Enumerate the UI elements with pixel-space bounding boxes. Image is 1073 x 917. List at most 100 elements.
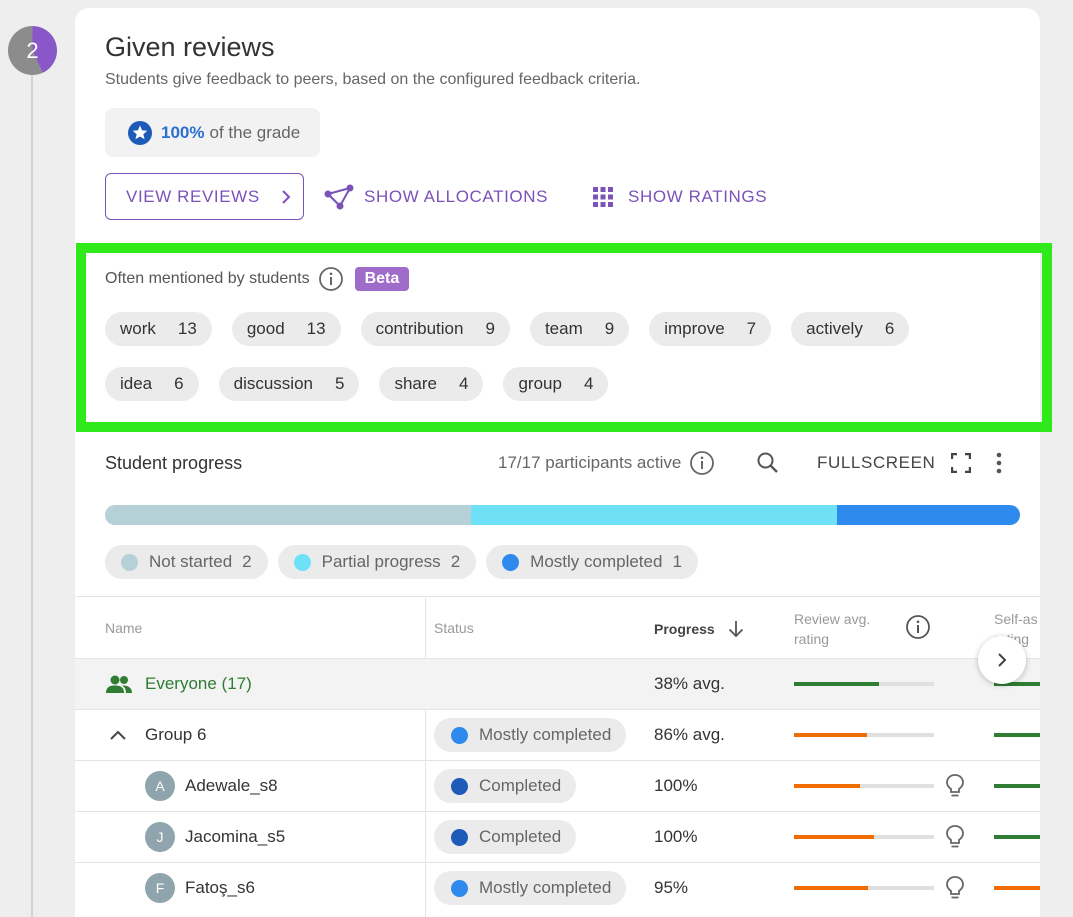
arrow-down-icon (728, 621, 743, 638)
review-rating-fill (794, 886, 869, 890)
review-rating-cell (794, 863, 966, 913)
keyword-word: contribution (375, 319, 464, 338)
grade-suffix: of the grade (209, 122, 301, 142)
show-allocations-label: SHOW ALLOCATIONS (364, 186, 549, 206)
legend-not-started[interactable]: Not started 2 (105, 545, 268, 579)
mentions-label: Often mentioned by students (105, 270, 310, 287)
star-icon (128, 120, 152, 145)
status-dot (451, 726, 468, 744)
review-rating-bar (794, 835, 934, 839)
step-number: 2 (26, 37, 39, 63)
status-dot (451, 879, 468, 897)
review-rating-bar (794, 886, 934, 890)
table-row[interactable]: F Fatoş_s6 Mostly completed 95% (75, 862, 1040, 913)
info-icon[interactable] (689, 450, 715, 476)
info-icon[interactable] (905, 614, 931, 643)
column-header-progress[interactable]: Progress (654, 620, 745, 638)
status-cell: Completed (434, 761, 577, 811)
page-subtitle: Students give feedback to peers, based o… (105, 71, 641, 88)
column-header-review-rating[interactable]: Review avg. rating (794, 609, 870, 649)
beta-badge: Beta (354, 267, 410, 291)
progress-segment (105, 505, 471, 525)
progress-bar (105, 505, 1020, 525)
review-header-line2: rating (794, 631, 830, 647)
row-name: Adewale_s8 (185, 776, 278, 795)
legend-partial-progress[interactable]: Partial progress 2 (277, 545, 477, 579)
progress-header-label: Progress (654, 621, 715, 637)
self-header-line1: Self-as (994, 611, 1038, 627)
status-badge: Completed (434, 769, 577, 803)
row-name: Everyone (17) (145, 674, 252, 693)
search-icon[interactable] (755, 450, 781, 481)
table-row[interactable]: A Adewale_s8 Completed 100% (75, 760, 1040, 811)
fullscreen-icon (951, 453, 972, 473)
table-row-everyone[interactable]: Everyone (17) 38% avg. (75, 658, 1040, 709)
row-name: Fatoş_s6 (185, 878, 255, 897)
status-dot (451, 828, 468, 846)
progress-cell: 38% avg. (654, 674, 725, 693)
review-header-line1: Review avg. (794, 611, 871, 627)
keyword-chip[interactable]: discussion 5 (218, 367, 360, 401)
legend-count: 1 (672, 552, 682, 571)
legend-mostly-completed[interactable]: Mostly completed 1 (486, 545, 698, 579)
name-cell: J Jacomina_s5 (105, 812, 285, 862)
status-label: Mostly completed (479, 725, 612, 744)
status-badge: Mostly completed (434, 871, 627, 905)
keyword-chip[interactable]: improve 7 (649, 312, 772, 346)
info-icon[interactable] (318, 266, 344, 292)
table-row[interactable]: J Jacomina_s5 Completed 100% (75, 811, 1040, 862)
lightbulb-icon[interactable] (944, 824, 966, 850)
status-cell: Completed (434, 812, 577, 862)
student-progress-title: Student progress (105, 453, 243, 473)
review-rating-bar (794, 784, 934, 788)
show-ratings-button[interactable]: SHOW RATINGS (592, 186, 767, 208)
table-row-group[interactable]: Group 6 Mostly completed 86% avg. (75, 709, 1040, 760)
view-reviews-button[interactable]: VIEW REVIEWS (105, 173, 304, 220)
allocation-graph-icon (324, 184, 354, 209)
progress-cell: 95% (654, 878, 689, 897)
row-name: Group 6 (145, 725, 207, 744)
keyword-count: 6 (884, 319, 895, 338)
grade-percent: 100% (161, 122, 205, 142)
progress-legend: Not started 2 Partial progress 2 Mostly co… (105, 545, 698, 579)
timeline-line (31, 70, 33, 917)
self-rating-cell (994, 863, 1040, 913)
more-vert-icon[interactable] (989, 450, 1009, 481)
status-label: Completed (479, 776, 562, 795)
keyword-chip[interactable]: work 13 (105, 312, 212, 346)
keyword-word: actively (806, 319, 863, 338)
row-name: Jacomina_s5 (185, 827, 286, 846)
action-bar: VIEW REVIEWS SHOW ALLOCATIONS SHOW RATIN… (105, 173, 767, 220)
progress-cell: 100% (654, 776, 698, 795)
self-rating-cell (994, 710, 1040, 760)
keyword-chip[interactable]: good 13 (231, 312, 341, 346)
lightbulb-icon[interactable] (944, 773, 966, 799)
keyword-count: 13 (306, 319, 326, 338)
name-cell: F Fatoş_s6 (105, 863, 255, 913)
keyword-count: 9 (604, 319, 615, 338)
chevron-up-icon[interactable] (109, 729, 127, 741)
avatar: A (145, 771, 175, 801)
student-table: Name Status Progress Review avg. rating … (75, 596, 1040, 913)
group-icon (106, 675, 132, 693)
self-rating-bar (994, 835, 1040, 839)
keyword-chip[interactable]: share 4 (379, 367, 484, 401)
column-header-status[interactable]: Status (434, 620, 474, 636)
keyword-chip[interactable]: actively 6 (791, 312, 910, 346)
keyword-chip[interactable]: team 9 (529, 312, 630, 346)
self-rating-bar (994, 784, 1040, 788)
show-allocations-button[interactable]: SHOW ALLOCATIONS (324, 184, 548, 210)
chevron-right-icon (998, 653, 1007, 667)
lightbulb-icon[interactable] (944, 875, 966, 901)
scroll-right-button[interactable] (978, 636, 1026, 684)
fullscreen-button[interactable]: FULLSCREEN (817, 453, 972, 473)
step-indicator: 2 (8, 26, 57, 75)
page-title: Given reviews (105, 32, 275, 62)
keyword-count: 13 (177, 319, 197, 338)
fullscreen-label: FULLSCREEN (817, 453, 936, 472)
keyword-chip[interactable]: group 4 (503, 367, 609, 401)
status-dot (451, 777, 468, 795)
column-header-name[interactable]: Name (105, 620, 142, 636)
keyword-chip[interactable]: contribution 9 (360, 312, 510, 346)
keyword-chip[interactable]: idea 6 (105, 367, 199, 401)
